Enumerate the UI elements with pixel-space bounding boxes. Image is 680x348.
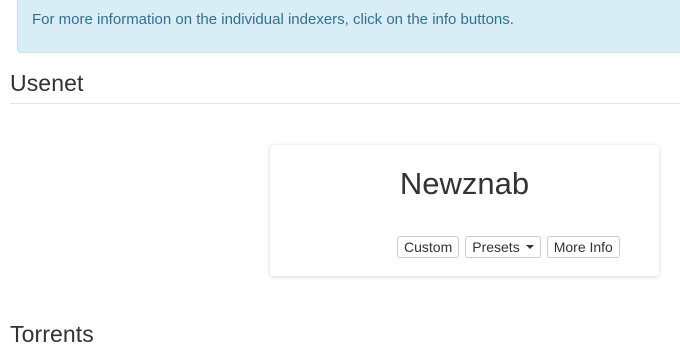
indexer-card-actions: Custom Presets More Info (397, 236, 620, 258)
presets-dropdown-button[interactable]: Presets (465, 236, 541, 258)
caret-down-icon (525, 245, 534, 249)
indexer-card-title: Newznab (399, 166, 530, 201)
custom-button-label: Custom (404, 239, 453, 255)
section-heading-usenet: Usenet (10, 70, 84, 96)
section-heading-torrents: Torrents (10, 321, 94, 347)
more-info-button[interactable]: More Info (546, 236, 620, 258)
info-alert-text: For more information on the individual i… (32, 11, 514, 28)
presets-button-label: Presets (472, 239, 520, 255)
section-divider (10, 103, 680, 104)
custom-button[interactable]: Custom (397, 236, 460, 258)
info-alert: For more information on the individual i… (17, 0, 680, 53)
indexer-card-newznab: Newznab Custom Presets More Info (270, 145, 659, 276)
more-info-button-label: More Info (553, 239, 613, 255)
